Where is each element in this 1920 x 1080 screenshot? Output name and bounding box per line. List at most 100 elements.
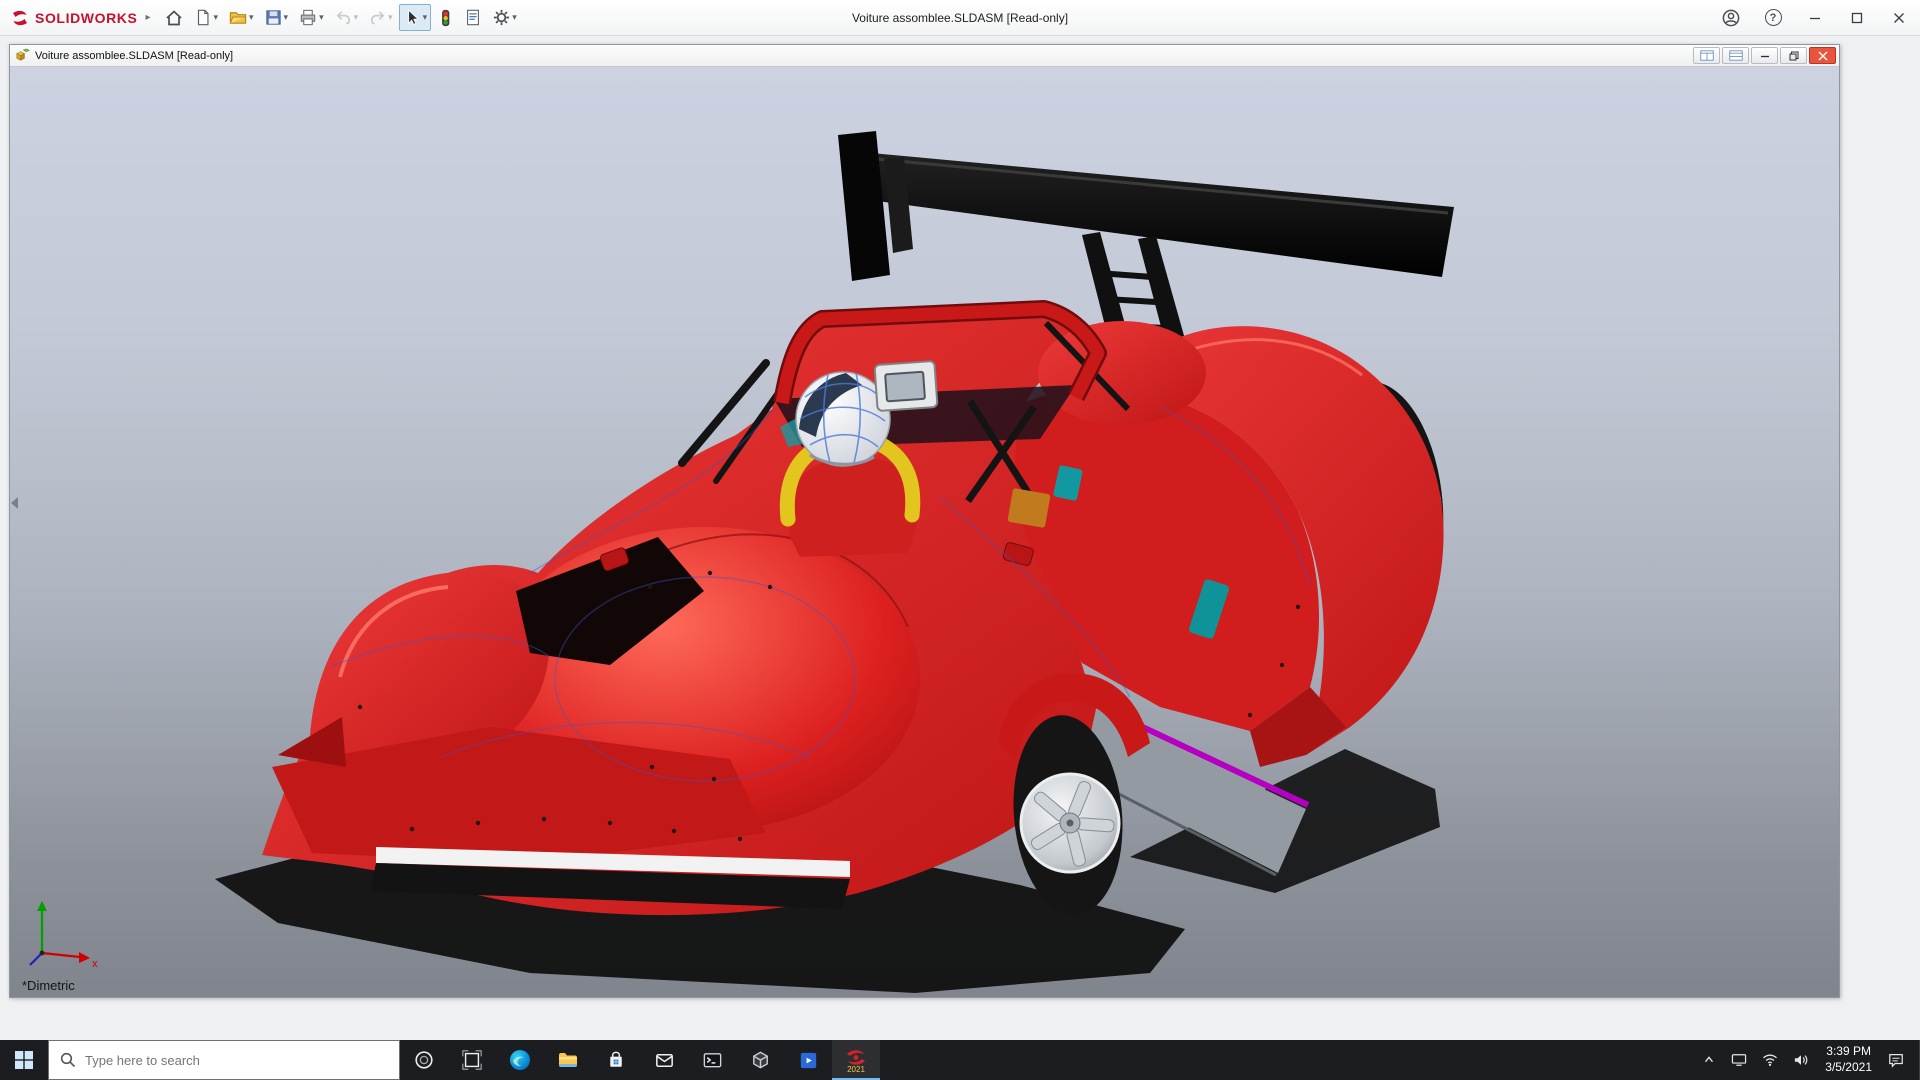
task-view-button[interactable] xyxy=(448,1040,496,1080)
minimize-button[interactable] xyxy=(1794,0,1836,35)
undo-icon xyxy=(334,8,353,27)
select-tool-button[interactable]: ▾ xyxy=(399,4,432,31)
mirror-pod xyxy=(874,361,937,411)
open-folder-icon xyxy=(228,8,248,27)
microsoft-store-icon xyxy=(605,1049,628,1072)
rebuild-button[interactable] xyxy=(433,4,458,31)
movies-tv-button[interactable] xyxy=(784,1040,832,1080)
3d-viewer-button[interactable] xyxy=(736,1040,784,1080)
close-button[interactable] xyxy=(1878,0,1920,35)
caret-down-icon[interactable]: ▾ xyxy=(388,13,393,22)
account-button[interactable] xyxy=(1710,0,1752,35)
split-view-vertical-button[interactable] xyxy=(1722,47,1749,64)
mail-button[interactable] xyxy=(640,1040,688,1080)
caret-down-icon[interactable]: ▾ xyxy=(213,13,218,22)
solidworks-app: SOLIDWORKS ▸ ▾ ▾ xyxy=(0,0,1920,1080)
command-prompt-icon xyxy=(701,1049,724,1072)
document-window-buttons xyxy=(1691,47,1836,64)
tray-expand-button[interactable] xyxy=(1699,1050,1719,1070)
speaker-icon xyxy=(1793,1053,1809,1067)
split-horizontal-icon xyxy=(1700,50,1714,61)
save-button[interactable]: ▾ xyxy=(260,4,293,31)
undo-button[interactable]: ▾ xyxy=(330,4,363,31)
start-button[interactable] xyxy=(0,1040,48,1080)
cast-button[interactable] xyxy=(1728,1050,1750,1070)
account-icon xyxy=(1721,8,1741,28)
split-view-horizontal-button[interactable] xyxy=(1693,47,1720,64)
windows-logo-icon xyxy=(15,1051,33,1069)
volume-button[interactable] xyxy=(1790,1050,1812,1070)
caret-down-icon[interactable]: ▾ xyxy=(354,13,359,22)
movies-tv-icon xyxy=(797,1049,820,1072)
cortana-button[interactable] xyxy=(400,1040,448,1080)
display-icon xyxy=(1731,1053,1747,1067)
caret-down-icon[interactable]: ▾ xyxy=(249,13,254,22)
redo-button[interactable]: ▾ xyxy=(364,4,397,31)
feature-manager-collapse-arrow[interactable] xyxy=(11,497,18,509)
doc-restore-icon xyxy=(1789,51,1799,61)
search-input[interactable] xyxy=(85,1053,388,1068)
print-button[interactable]: ▾ xyxy=(294,4,328,31)
action-center-icon xyxy=(1888,1052,1904,1068)
new-document-button[interactable]: ▾ xyxy=(190,4,222,31)
edge-browser-button[interactable] xyxy=(496,1040,544,1080)
maximize-button[interactable] xyxy=(1836,0,1878,35)
document-title: Voiture assomblee.SLDASM [Read-only] xyxy=(35,50,233,62)
split-vertical-icon xyxy=(1729,50,1743,61)
document-titlebar[interactable]: Voiture assomblee.SLDASM [Read-only] xyxy=(10,45,1839,67)
redo-icon xyxy=(368,8,387,27)
task-view-icon xyxy=(461,1049,483,1071)
solidworks-logo-icon xyxy=(10,8,30,28)
print-icon xyxy=(298,8,318,27)
main-toolbar: ▾ ▾ ▾ xyxy=(160,4,520,31)
cortana-icon xyxy=(413,1049,435,1071)
command-prompt-button[interactable] xyxy=(688,1040,736,1080)
orange-accent xyxy=(1007,488,1050,528)
graphics-viewport[interactable]: x *Dimetric xyxy=(10,67,1839,997)
help-button[interactable]: ? xyxy=(1752,0,1794,35)
doc-close-icon xyxy=(1818,51,1828,61)
file-explorer-button[interactable] xyxy=(544,1040,592,1080)
client-area: Voiture assomblee.SLDASM [Read-only] xyxy=(0,36,1920,1040)
windows-taskbar: 2021 xyxy=(0,1040,1920,1080)
caret-down-icon[interactable]: ▾ xyxy=(319,13,324,22)
rebuild-stoplight-icon xyxy=(437,8,454,28)
action-center-button[interactable] xyxy=(1885,1049,1907,1071)
assembly-doc-icon xyxy=(15,48,30,63)
file-properties-button[interactable] xyxy=(460,4,486,31)
microsoft-store-button[interactable] xyxy=(592,1040,640,1080)
caret-down-icon[interactable]: ▾ xyxy=(512,13,517,22)
taskbar-clock[interactable]: 3:39 PM 3/5/2021 xyxy=(1821,1044,1876,1075)
clock-date: 3/5/2021 xyxy=(1825,1060,1872,1076)
wifi-icon xyxy=(1762,1053,1778,1067)
solidworks-logo: SOLIDWORKS xyxy=(10,8,137,28)
x-axis-arrow xyxy=(79,952,90,963)
titlebar-right-controls: ? xyxy=(1710,0,1920,35)
save-icon xyxy=(264,8,283,27)
doc-minimize-button[interactable] xyxy=(1751,47,1778,64)
new-document-icon xyxy=(194,8,212,27)
menu-expand-icon[interactable]: ▸ xyxy=(145,12,150,23)
mail-icon xyxy=(653,1049,676,1072)
select-cursor-icon xyxy=(403,8,422,27)
solidworks-taskbar-button[interactable]: 2021 xyxy=(832,1040,880,1080)
caret-down-icon[interactable]: ▾ xyxy=(423,13,428,22)
document-window: Voiture assomblee.SLDASM [Read-only] xyxy=(9,44,1840,998)
doc-restore-button[interactable] xyxy=(1780,47,1807,64)
open-button[interactable]: ▾ xyxy=(224,4,258,31)
network-button[interactable] xyxy=(1759,1050,1781,1070)
home-button[interactable] xyxy=(160,4,188,31)
doc-close-button[interactable] xyxy=(1809,47,1836,64)
options-button[interactable]: ▾ xyxy=(488,4,521,31)
coordinate-triad[interactable]: x xyxy=(26,897,102,971)
maximize-icon xyxy=(1851,12,1863,24)
car-3d-model[interactable] xyxy=(10,67,1839,997)
app-title: Voiture assomblee.SLDASM [Read-only] xyxy=(852,11,1068,25)
caret-down-icon[interactable]: ▾ xyxy=(284,13,289,22)
file-explorer-icon xyxy=(556,1048,580,1072)
z-axis xyxy=(30,953,42,965)
clock-time: 3:39 PM xyxy=(1825,1044,1872,1060)
home-icon xyxy=(164,8,184,28)
brand-name: SOLIDWORKS xyxy=(35,10,137,26)
taskbar-search[interactable] xyxy=(48,1040,400,1080)
